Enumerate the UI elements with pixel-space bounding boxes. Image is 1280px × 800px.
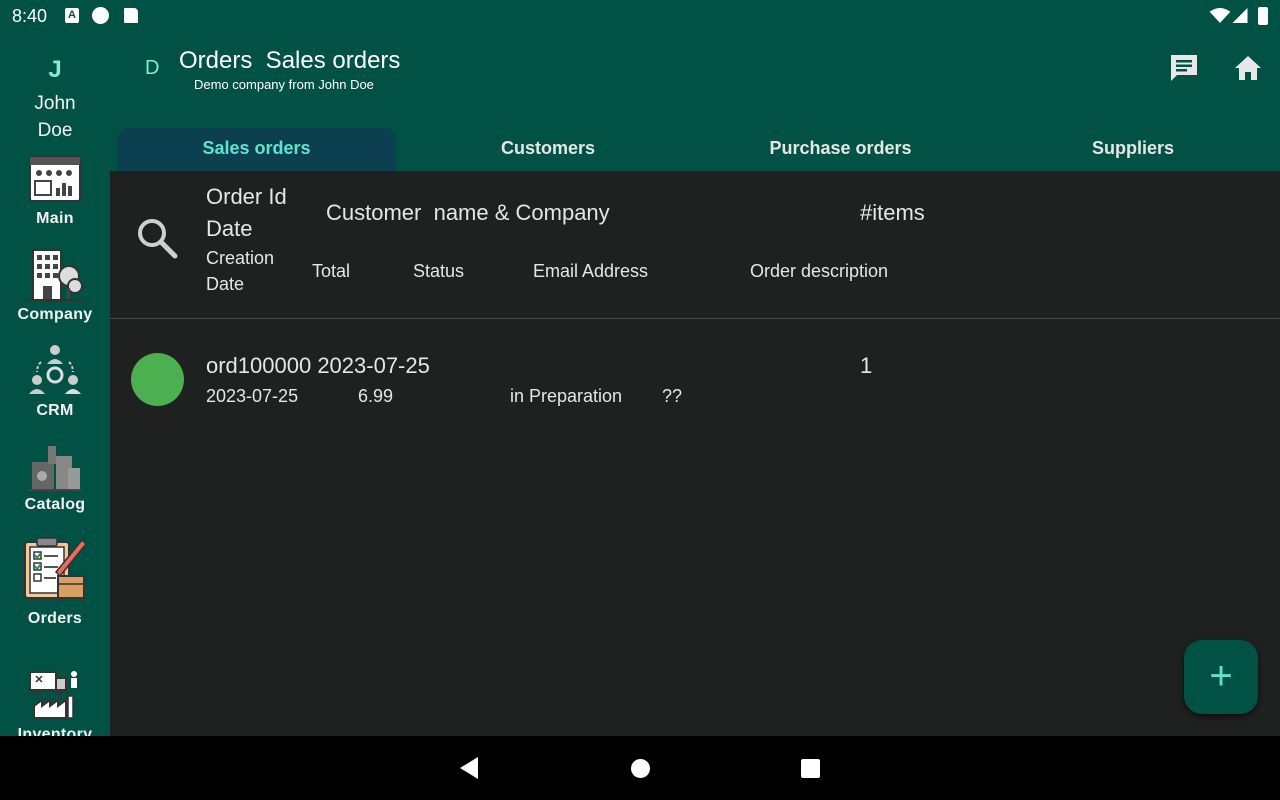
page-title: Orders Sales orders xyxy=(179,47,401,74)
home-nav-icon[interactable] xyxy=(631,759,650,778)
orders-clipboard-icon xyxy=(24,537,88,599)
header-email: Email Address xyxy=(533,261,649,281)
user-last-name: Doe xyxy=(37,120,73,141)
top-app-bar: D Orders Sales orders Demo company from … xyxy=(110,32,1280,128)
header-customer: Customer name & Company xyxy=(326,200,610,225)
header-creation: Creation xyxy=(206,248,275,268)
catalog-products-icon xyxy=(28,446,82,491)
sd-card-icon xyxy=(124,8,138,23)
dashboard-icon xyxy=(29,156,81,202)
tab-customers[interactable]: Customers xyxy=(416,128,680,171)
rail-item-company[interactable]: Company xyxy=(0,248,110,324)
user-name[interactable]: John Doe xyxy=(0,90,110,144)
order-email: ?? xyxy=(662,386,683,406)
chat-icon[interactable] xyxy=(1168,52,1200,84)
company-building-icon xyxy=(27,249,83,301)
rail-item-label: Company xyxy=(17,306,93,323)
inventory-warehouse-icon xyxy=(29,671,77,719)
tab-sales-orders[interactable]: Sales orders xyxy=(117,128,396,171)
page-subtitle: Demo company from John Doe xyxy=(194,77,374,92)
header-status: Status xyxy=(413,261,465,281)
crm-people-icon xyxy=(29,345,81,394)
user-avatar[interactable]: J xyxy=(0,56,110,84)
app-notification-icon xyxy=(92,7,109,24)
status-time: 8:40 xyxy=(12,6,48,26)
order-status: in Preparation xyxy=(510,386,623,406)
a-notification-icon: A xyxy=(65,8,79,23)
system-navigation-bar xyxy=(0,736,1280,800)
order-creation-date: 2023-07-25 xyxy=(206,386,299,406)
header-creation-date: Date xyxy=(206,274,245,294)
status-bar: 8:40 A xyxy=(0,0,1280,32)
battery-icon xyxy=(1258,7,1268,25)
tab-purchase-orders[interactable]: Purchase orders xyxy=(708,128,973,171)
cell-signal-icon xyxy=(1232,8,1248,23)
search-icon[interactable] xyxy=(135,216,179,260)
order-status-dot xyxy=(131,353,184,406)
rail-item-label: Main xyxy=(36,210,74,227)
wifi-icon xyxy=(1209,8,1231,23)
rail-item-crm[interactable]: CRM xyxy=(0,344,110,420)
tab-suppliers[interactable]: Suppliers xyxy=(1000,128,1266,171)
rail-item-label: CRM xyxy=(36,402,74,419)
user-first-name: John xyxy=(34,93,76,114)
header-date: Date xyxy=(206,216,253,241)
nav-rail: J John Doe Main Company CRM Catalog Orde… xyxy=(0,32,110,736)
rail-item-main[interactable]: Main xyxy=(0,156,110,228)
order-id-date: ord100000 2023-07-25 xyxy=(206,353,430,378)
rail-item-label: Inventory xyxy=(17,726,93,736)
order-total: 6.99 xyxy=(358,386,394,406)
order-items: 1 xyxy=(860,353,873,378)
add-order-button[interactable]: + xyxy=(1184,640,1258,714)
header-description: Order description xyxy=(750,261,889,281)
rail-item-orders[interactable]: Orders xyxy=(0,536,110,628)
rail-item-label: Catalog xyxy=(24,496,86,513)
rail-item-catalog[interactable]: Catalog xyxy=(0,442,110,514)
company-avatar[interactable]: D xyxy=(145,57,159,80)
tab-bar: Sales orders Customers Purchase orders S… xyxy=(110,128,1280,171)
rail-item-inventory[interactable]: Inventory xyxy=(0,666,110,736)
back-icon[interactable] xyxy=(458,756,480,780)
home-icon[interactable] xyxy=(1232,52,1264,84)
header-items: #items xyxy=(860,200,925,225)
plus-icon: + xyxy=(1209,654,1233,698)
table-row[interactable]: ord100000 2023-07-25 1 2023-07-25 6.99 i… xyxy=(110,320,1280,440)
list-header: Order Id Date Customer name & Company #i… xyxy=(110,171,1280,319)
rail-item-label: Orders xyxy=(27,610,83,627)
header-order-id: Order Id xyxy=(206,184,287,209)
header-total: Total xyxy=(312,261,351,281)
recents-icon[interactable] xyxy=(801,759,820,778)
